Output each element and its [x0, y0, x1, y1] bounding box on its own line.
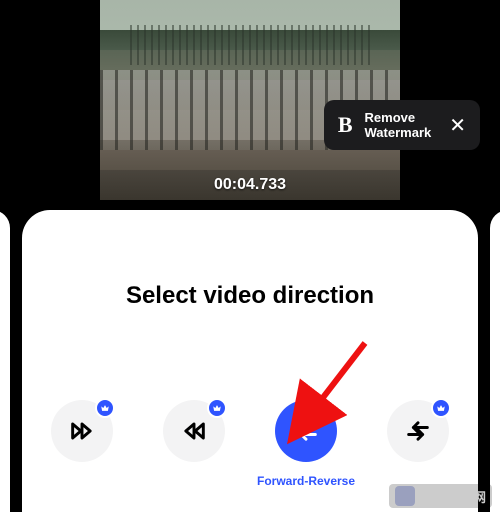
- direction-options: Forward-Reverse: [22, 400, 478, 488]
- option-reverse-forward[interactable]: [383, 400, 453, 462]
- watermark-app-logo: B: [338, 112, 353, 138]
- direction-panel: Select video direction Forward-Reverse: [22, 210, 478, 512]
- panel-left-peek: [0, 210, 10, 512]
- option-label: Forward-Reverse: [257, 474, 355, 488]
- remove-watermark-banner[interactable]: B Remove Watermark ✕: [324, 100, 480, 150]
- option-forward[interactable]: [47, 400, 117, 462]
- reverse-icon: [163, 400, 225, 462]
- php-watermark: php 中文网: [389, 484, 492, 508]
- close-icon[interactable]: ✕: [449, 113, 466, 138]
- panel-title: Select video direction: [22, 282, 478, 310]
- forward-icon: [51, 400, 113, 462]
- premium-badge-icon: [95, 398, 115, 418]
- premium-badge-icon: [431, 398, 451, 418]
- video-timestamp: 00:04.733: [214, 176, 286, 194]
- premium-badge-icon: [207, 398, 227, 418]
- option-reverse[interactable]: [159, 400, 229, 462]
- reverse-forward-icon: [387, 400, 449, 462]
- watermark-banner-text: Remove Watermark: [365, 110, 432, 140]
- annotation-arrow-icon: [280, 335, 380, 445]
- php-elephant-icon: [395, 486, 415, 506]
- panel-right-peek: [490, 210, 500, 512]
